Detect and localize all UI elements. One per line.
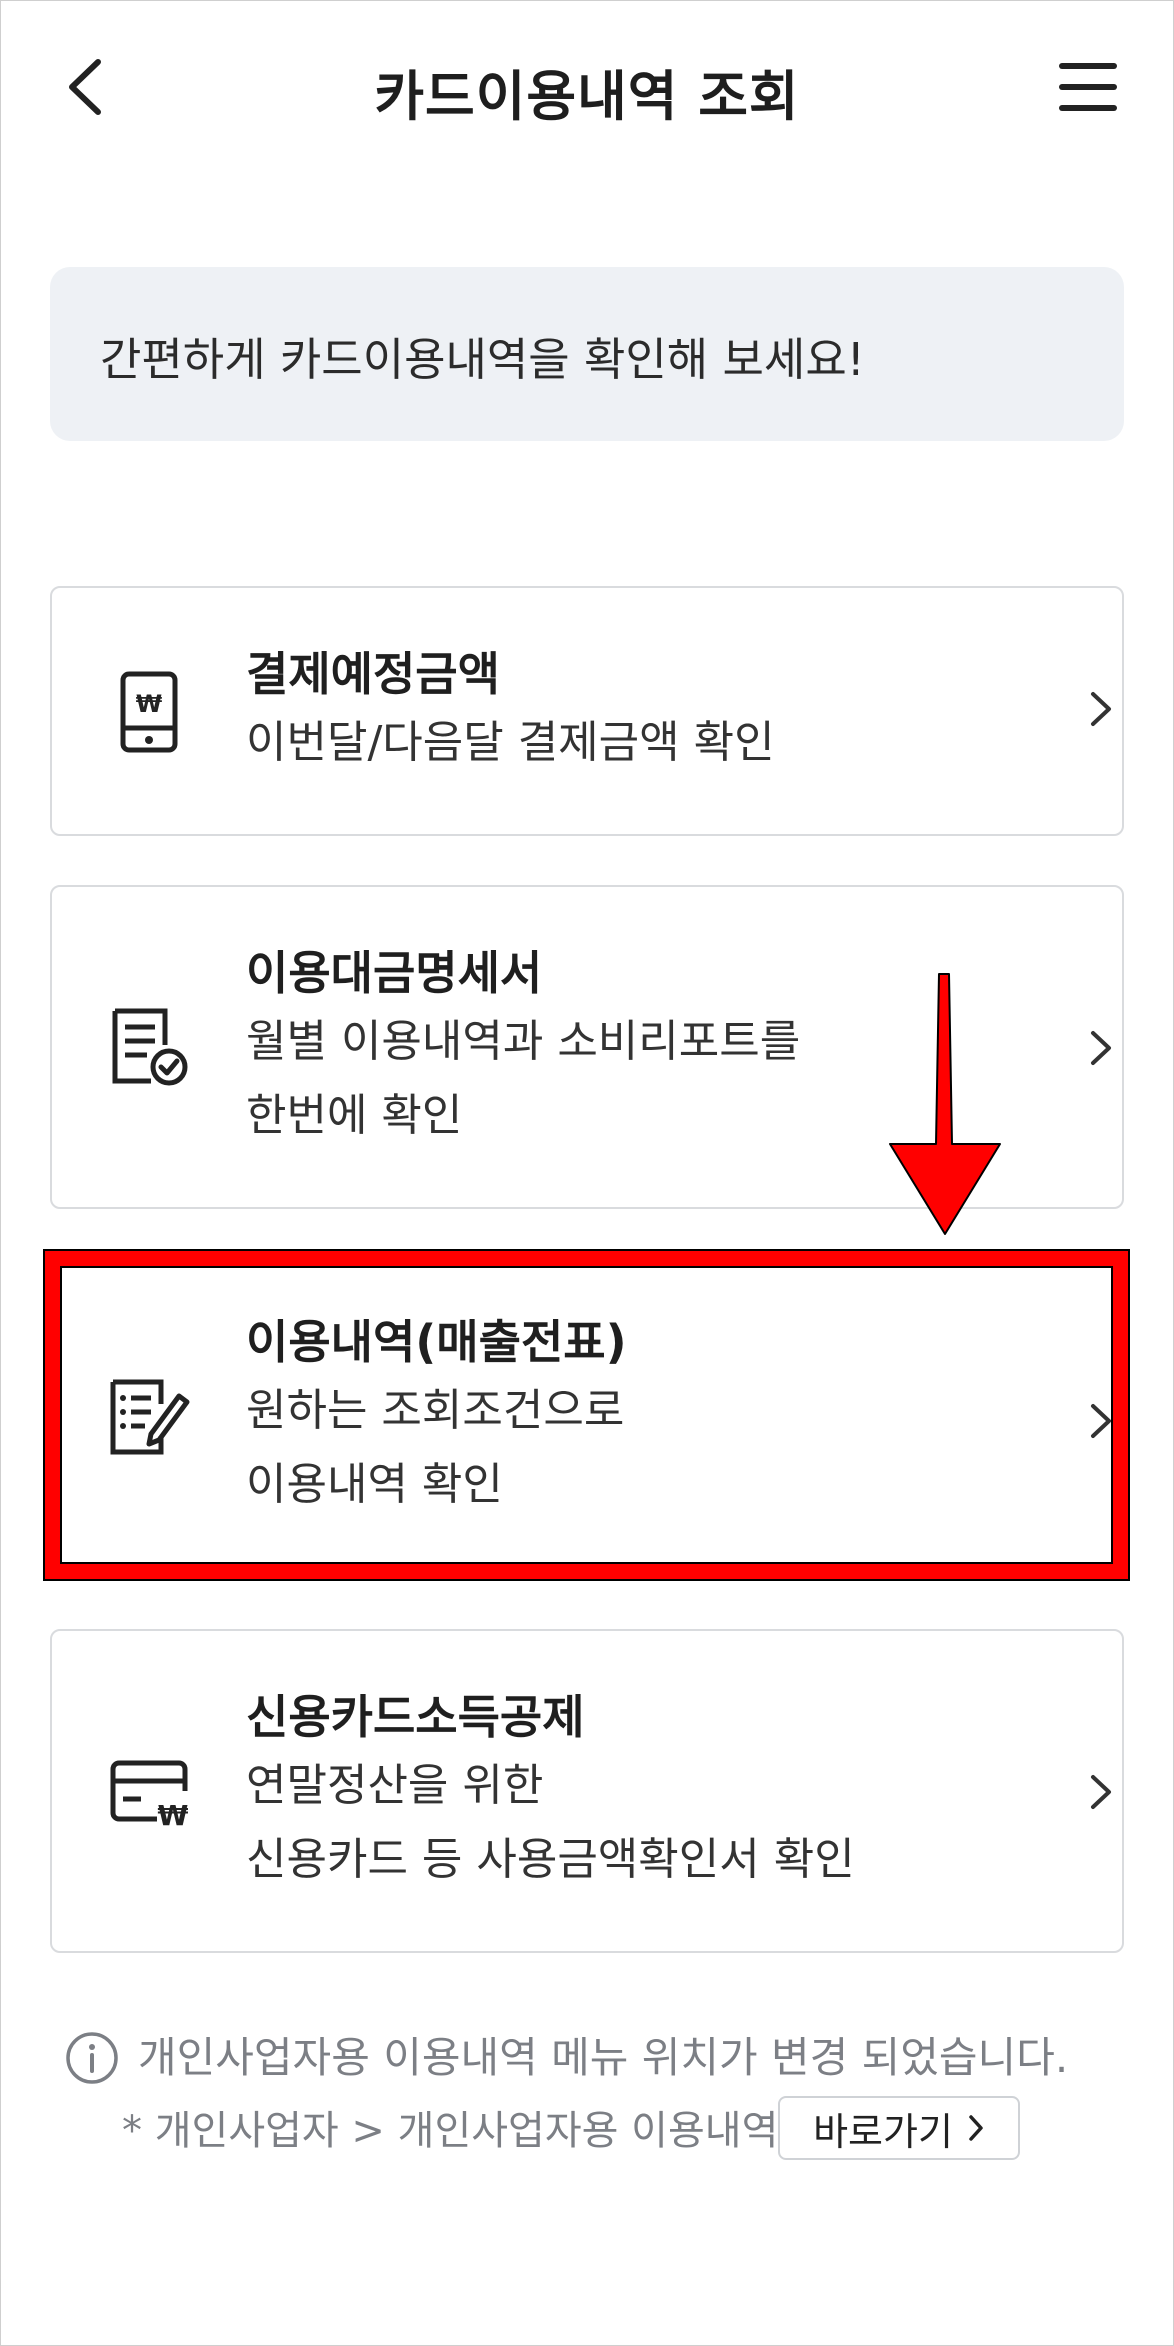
menu-button[interactable] (1058, 60, 1118, 114)
notice-text: 간편하게 카드이용내역을 확인해 보세요! (100, 333, 865, 386)
hamburger-icon (1059, 63, 1117, 111)
highlight-inner-border (60, 1266, 1113, 1564)
menu-item-income-deduction[interactable]: ₩ 신용카드소득공제 연말정산을 위한 신용카드 등 사용금액확인서 확인 (50, 1629, 1124, 1953)
chevron-right-icon (1091, 692, 1111, 726)
chevron-right-icon (1091, 1775, 1111, 1809)
credit-card-won-icon: ₩ (110, 1760, 189, 1832)
card-payment-won-icon: ₩ (120, 671, 178, 753)
menu-item-title: 신용카드소득공제 (246, 1690, 585, 1744)
shortcut-label: 바로가기 (813, 2109, 953, 2154)
svg-text:₩: ₩ (158, 1799, 189, 1832)
chevron-right-icon (1091, 1031, 1111, 1065)
header: 카드이용내역 조회 (0, 0, 1174, 180)
footer-info-text: 개인사업자용 이용내역 메뉴 위치가 변경 되었습니다. (138, 2033, 1069, 2082)
notice-banner: 간편하게 카드이용내역을 확인해 보세요! (50, 267, 1124, 441)
menu-item-title: 이용대금명세서 (246, 946, 543, 1000)
highlight-box (43, 1249, 1130, 1581)
svg-text:₩: ₩ (136, 690, 163, 718)
shortcut-button[interactable]: 바로가기 (778, 2096, 1020, 2160)
menu-item-desc: 월별 이용내역과 소비리포트를 한번에 확인 (246, 1016, 801, 1141)
page-title: 카드이용내역 조회 (374, 65, 800, 128)
chevron-right-icon (969, 2115, 983, 2141)
info-icon (66, 2032, 118, 2084)
menu-item-payment-due[interactable]: ₩ 결제예정금액 이번달/다음달 결제금액 확인 (50, 586, 1124, 836)
statement-check-icon (112, 1008, 188, 1086)
menu-item-title: 결제예정금액 (246, 647, 500, 701)
menu-item-desc: 이번달/다음달 결제금액 확인 (246, 717, 775, 768)
menu-item-desc: 연말정산을 위한 신용카드 등 사용금액확인서 확인 (246, 1760, 855, 1885)
arrow-down-annotation-icon (889, 973, 1001, 1235)
footer-path-text: * 개인사업자 > 개인사업자용 이용내역 (122, 2108, 779, 2154)
